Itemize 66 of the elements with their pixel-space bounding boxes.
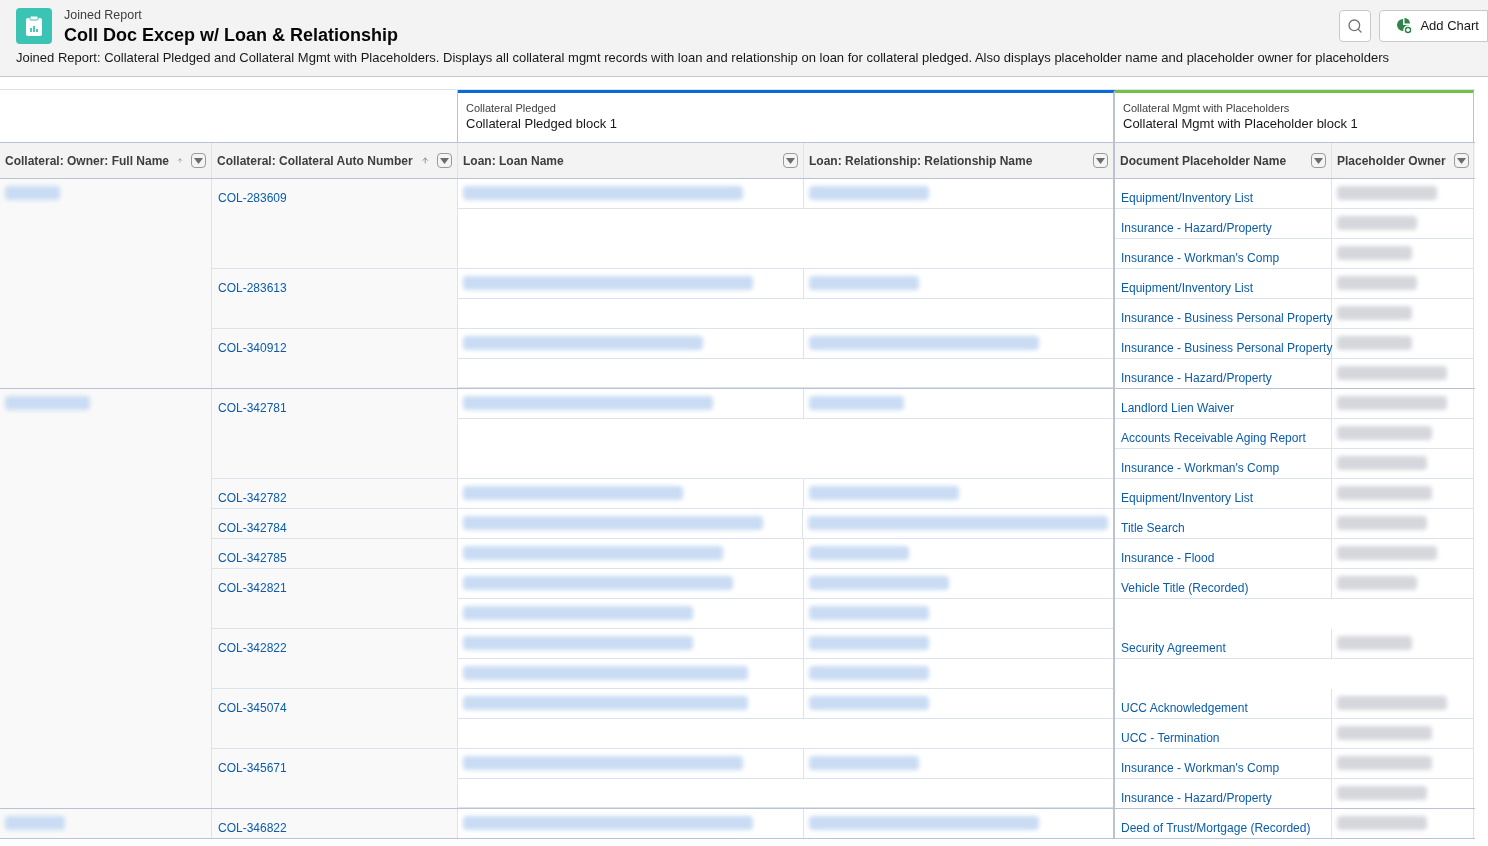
placeholder-link[interactable]: Vehicle Title (Recorded) xyxy=(1121,581,1249,595)
collateral-link[interactable]: COL-342785 xyxy=(218,551,287,565)
collateral-link[interactable]: COL-340912 xyxy=(218,341,287,355)
sort-arrow-icon xyxy=(420,155,429,166)
placeholder-link[interactable]: Insurance - Flood xyxy=(1121,551,1215,565)
collateral-link[interactable]: COL-342782 xyxy=(218,491,287,505)
collateral-link[interactable]: COL-283609 xyxy=(218,191,287,205)
column-menu-button[interactable] xyxy=(1453,153,1469,168)
report-type: Joined Report xyxy=(64,7,143,23)
search-button[interactable] xyxy=(1339,10,1372,42)
column-menu-button[interactable] xyxy=(191,153,206,168)
collateral-link[interactable]: COL-342822 xyxy=(218,641,287,655)
caret-icon xyxy=(440,157,449,164)
report-description: Joined Report: Collateral Pledged and Collateral Mgmt with Placeholders. Displays all collateral mgmt records with loan and relationship on loan for collateral pledged. Also displays placeholder name and placeholder owner for placeholders xyxy=(16,49,1390,67)
placeholder-link[interactable]: Insurance - Business Personal Property xyxy=(1121,341,1333,355)
column-header[interactable]: Collateral: Collateral Auto Number xyxy=(212,143,458,178)
caret-icon xyxy=(1456,157,1466,164)
placeholder-link[interactable]: Insurance - Hazard/Property xyxy=(1121,221,1272,235)
collateral-link[interactable]: COL-342821 xyxy=(218,581,287,595)
placeholder-link[interactable]: Insurance - Business Personal Property xyxy=(1121,311,1333,325)
report-title: Coll Doc Excep w/ Loan & Relationship xyxy=(64,24,399,47)
column-header[interactable]: Document Placeholder Name xyxy=(1115,143,1332,178)
placeholder-link[interactable]: Insurance - Workman's Comp xyxy=(1121,461,1280,475)
collateral-link[interactable]: COL-342784 xyxy=(218,521,287,535)
placeholder-link[interactable]: Security Agreement xyxy=(1121,641,1226,655)
placeholder-link[interactable]: Title Search xyxy=(1121,521,1185,535)
chart-icon xyxy=(1396,18,1413,34)
placeholder-link[interactable]: Landlord Lien Waiver xyxy=(1121,401,1234,415)
collateral-link[interactable]: COL-283613 xyxy=(218,281,287,295)
column-menu-button[interactable] xyxy=(1093,153,1108,168)
collateral-link[interactable]: COL-345671 xyxy=(218,761,287,775)
collateral-link[interactable]: COL-346822 xyxy=(218,821,287,835)
column-menu-button[interactable] xyxy=(783,153,798,168)
search-icon xyxy=(1347,18,1364,34)
block-subtitle: Collateral Mgmt with Placeholders xyxy=(1123,101,1291,116)
report-icon xyxy=(16,8,52,44)
placeholder-link[interactable]: Equipment/Inventory List xyxy=(1121,191,1254,205)
caret-icon xyxy=(1096,157,1105,164)
placeholder-link[interactable]: Equipment/Inventory List xyxy=(1121,281,1254,295)
placeholder-link[interactable]: UCC - Termination xyxy=(1121,731,1220,745)
block-title: Collateral Pledged block 1 xyxy=(466,116,619,132)
caret-icon xyxy=(194,157,203,164)
placeholder-link[interactable]: Insurance - Hazard/Property xyxy=(1121,791,1272,805)
collateral-link[interactable]: COL-345074 xyxy=(218,701,287,715)
collateral-link[interactable]: COL-342781 xyxy=(218,401,287,415)
column-menu-button[interactable] xyxy=(1311,153,1326,168)
column-header[interactable]: Loan: Relationship: Relationship Name xyxy=(804,143,1115,178)
blurred-text xyxy=(5,816,65,830)
caret-icon xyxy=(1314,157,1323,164)
placeholder-link[interactable]: Insurance - Hazard/Property xyxy=(1121,371,1272,385)
column-header[interactable]: Collateral: Owner: Full Name xyxy=(0,143,212,178)
add-chart-button[interactable]: Add Chart xyxy=(1379,10,1488,42)
sort-arrow-icon xyxy=(177,155,183,166)
caret-icon xyxy=(786,157,795,164)
column-header[interactable]: Loan: Loan Name xyxy=(458,143,804,178)
placeholder-link[interactable]: Equipment/Inventory List xyxy=(1121,491,1254,505)
placeholder-link[interactable]: Insurance - Workman's Comp xyxy=(1121,251,1280,265)
placeholder-link[interactable]: UCC Acknowledgement xyxy=(1121,701,1248,715)
column-menu-button[interactable] xyxy=(437,153,452,168)
column-header[interactable]: Placeholder Owner xyxy=(1332,143,1474,178)
block-title: Collateral Mgmt with Placeholder block 1 xyxy=(1123,116,1359,132)
block-subtitle: Collateral Pledged xyxy=(466,101,557,116)
blurred-text xyxy=(5,186,60,200)
placeholder-link[interactable]: Deed of Trust/Mortgage (Recorded) xyxy=(1121,821,1311,835)
placeholder-link[interactable]: Insurance - Workman's Comp xyxy=(1121,761,1280,775)
placeholder-link[interactable]: Accounts Receivable Aging Report xyxy=(1121,431,1306,445)
